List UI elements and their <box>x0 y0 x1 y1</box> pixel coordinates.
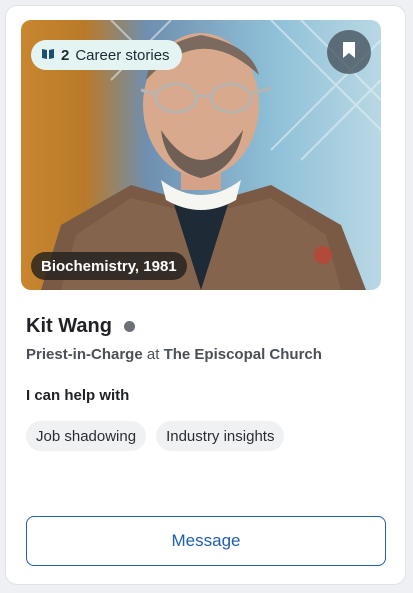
degree-badge: Biochemistry, 1981 <box>31 252 187 280</box>
bookmark-icon <box>342 41 356 64</box>
profile-photo: 2 Career stories Biochemistry, 1981 <box>21 20 381 290</box>
career-stories-label: Career stories <box>75 46 170 64</box>
career-stories-count: 2 <box>61 46 70 64</box>
role-line: Priest-in-Charge at The Episcopal Church <box>26 346 322 363</box>
help-heading: I can help with <box>26 387 130 404</box>
book-icon <box>41 47 55 64</box>
career-stories-badge[interactable]: 2 Career stories <box>31 40 182 70</box>
help-chip: Job shadowing <box>26 421 147 451</box>
bookmark-button[interactable] <box>327 30 371 74</box>
role-title: Priest-in-Charge <box>26 346 143 363</box>
profile-name[interactable]: Kit Wang <box>26 315 112 338</box>
name-row: Kit Wang <box>26 315 135 338</box>
message-button[interactable]: Message <box>26 516 386 566</box>
organization-name: The Episcopal Church <box>163 346 322 363</box>
role-at: at <box>146 346 160 363</box>
help-chip-list: Job shadowing Industry insights <box>26 421 285 451</box>
help-chip: Industry insights <box>156 421 285 451</box>
status-indicator <box>123 321 135 332</box>
